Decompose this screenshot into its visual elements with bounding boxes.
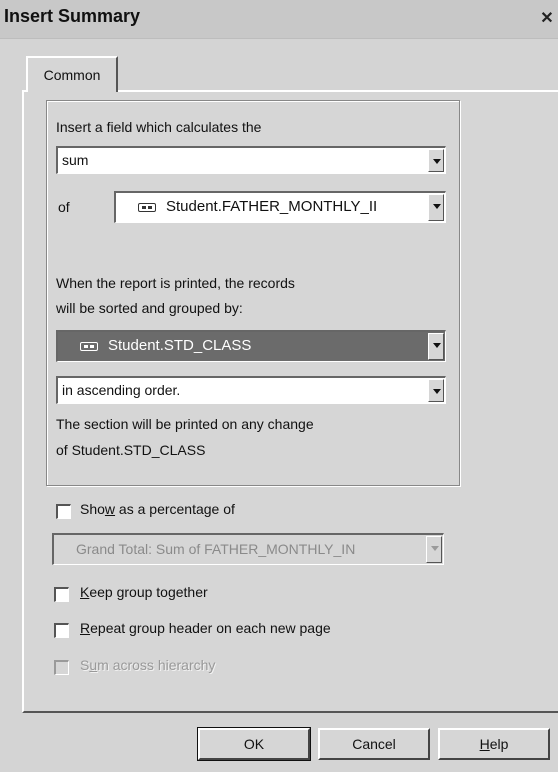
- tab-common[interactable]: Common: [26, 56, 118, 92]
- repeat-header-label-key: R: [80, 620, 91, 636]
- chevron-down-icon[interactable]: [428, 149, 444, 172]
- sum-hierarchy-label-key: u: [89, 657, 98, 673]
- keep-group-label-key: K: [80, 584, 90, 600]
- summarized-field-value-wrap: Student.FATHER_MONTHLY_II: [138, 198, 418, 215]
- database-field-icon: [80, 341, 98, 351]
- show-percentage-label-pre: Sho: [80, 501, 105, 517]
- window-title: Insert Summary: [4, 6, 141, 26]
- sort-label-line2: will be sorted and grouped by:: [56, 300, 243, 316]
- calc-label: Insert a field which calculates the: [56, 119, 262, 135]
- close-icon[interactable]: ✕: [538, 10, 556, 28]
- show-percentage-checkbox[interactable]: [56, 504, 71, 519]
- group-field-value: Student.STD_CLASS: [108, 337, 252, 354]
- help-button[interactable]: Help: [438, 728, 550, 760]
- percentage-of-select[interactable]: Grand Total: Sum of FATHER_MONTHLY_IN: [52, 533, 444, 565]
- keep-group-label-post: eep group together: [89, 584, 208, 600]
- repeat-header-checkbox[interactable]: [54, 623, 69, 638]
- sort-label-line1: When the report is printed, the records: [56, 275, 295, 291]
- function-select[interactable]: sum: [56, 146, 446, 174]
- show-percentage-label-key: w: [104, 501, 116, 517]
- show-percentage-label[interactable]: Show as a percentage of: [80, 501, 235, 517]
- sum-hierarchy-label-post: m across hierarchy: [97, 657, 216, 673]
- database-field-icon: [138, 202, 156, 212]
- sort-order-select[interactable]: in ascending order.: [56, 376, 446, 404]
- of-label: of: [58, 199, 70, 215]
- cancel-button[interactable]: Cancel: [318, 728, 430, 760]
- summarized-field-value: Student.FATHER_MONTHLY_II: [166, 198, 378, 215]
- help-button-key: H: [479, 736, 490, 752]
- function-select-value: sum: [62, 152, 89, 168]
- sum-hierarchy-label-pre: S: [80, 657, 90, 673]
- sort-order-value: in ascending order.: [62, 382, 181, 398]
- summarized-field-select[interactable]: Student.FATHER_MONTHLY_II: [114, 191, 446, 223]
- help-button-label: elp: [489, 736, 509, 752]
- keep-group-label[interactable]: Keep group together: [80, 584, 208, 600]
- chevron-down-icon[interactable]: [426, 536, 442, 563]
- title-bar[interactable]: Insert Summary ✕: [0, 0, 558, 39]
- section-label-line2: of Student.STD_CLASS: [56, 442, 206, 458]
- show-percentage-label-post: as a percentage of: [115, 501, 235, 517]
- tab-common-label: Common: [43, 67, 101, 83]
- keep-group-checkbox[interactable]: [54, 587, 69, 602]
- sum-hierarchy-checkbox[interactable]: [54, 660, 69, 675]
- section-label-line1: The section will be printed on any chang…: [56, 416, 314, 432]
- chevron-down-icon[interactable]: [428, 379, 444, 402]
- group-field-select[interactable]: Student.STD_CLASS: [56, 330, 446, 362]
- repeat-header-label[interactable]: Repeat group header on each new page: [80, 620, 331, 636]
- group-field-value-wrap: Student.STD_CLASS: [80, 337, 251, 354]
- chevron-down-icon[interactable]: [428, 194, 444, 221]
- percentage-of-value: Grand Total: Sum of FATHER_MONTHLY_IN: [76, 541, 356, 557]
- chevron-down-icon[interactable]: [428, 333, 444, 360]
- repeat-header-label-post: epeat group header on each new page: [90, 620, 331, 636]
- sum-hierarchy-label: Sum across hierarchy: [80, 657, 215, 673]
- ok-button[interactable]: OK: [197, 727, 311, 761]
